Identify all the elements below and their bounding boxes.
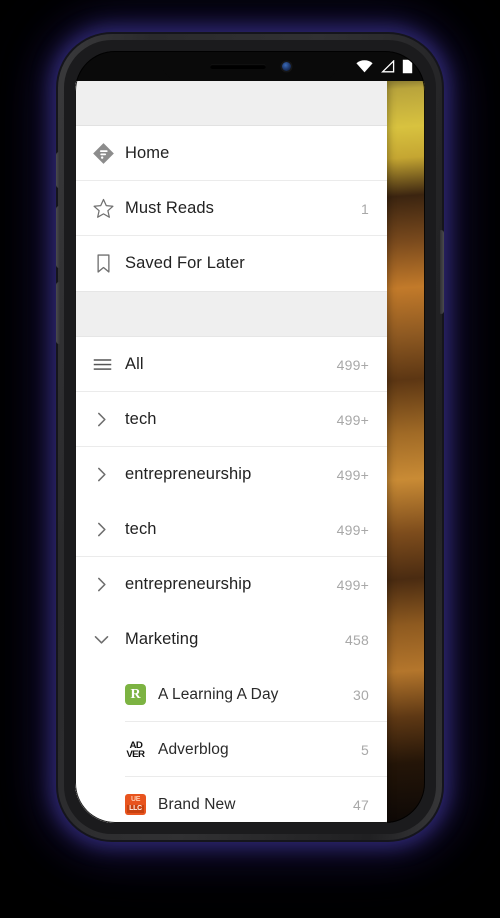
phone-side-button-mute[interactable] [56, 152, 60, 188]
drawer-item-label: Home [125, 144, 170, 162]
bookmark-icon [92, 252, 125, 275]
favicon-wordmark: UE LLC [125, 794, 146, 815]
chevron-right-icon [92, 520, 125, 539]
hamburger-icon [92, 354, 125, 375]
drawer-feed-count: 499+ [336, 411, 369, 428]
drawer-feed-tech-1[interactable]: tech 499+ [75, 392, 387, 447]
drawer-item-saved-for-later[interactable]: Saved For Later [75, 236, 387, 291]
drawer-feed-count: 499+ [336, 576, 369, 593]
drawer-feed-count: 499+ [336, 466, 369, 483]
drawer-source-label: A Learning A Day [158, 685, 279, 703]
drawer-feed-label: tech [125, 520, 157, 538]
drawer-feed-label: tech [125, 410, 157, 428]
drawer-source-count: 5 [361, 741, 369, 758]
earpiece-speaker [209, 63, 266, 69]
front-camera [281, 61, 291, 71]
drawer-source-brand-new[interactable]: UE LLC Brand New 47 [75, 777, 387, 823]
drawer-source-count: 47 [353, 796, 369, 813]
drawer-item-label: Must Reads [125, 199, 215, 217]
drawer-source-label: Adverblog [158, 740, 229, 758]
drawer-feed-tech-2[interactable]: tech 499+ [75, 502, 387, 557]
battery-icon [402, 59, 413, 73]
favicon-letter: R [125, 684, 146, 705]
favicon-line-2: VER [126, 748, 145, 759]
feedly-logo-icon [92, 142, 125, 165]
drawer-feed-count: 458 [345, 631, 369, 648]
drawer-header [75, 81, 387, 126]
phone-notch [162, 51, 338, 81]
drawer-feed-label: entrepreneurship [125, 465, 252, 483]
drawer-source-a-learning-a-day[interactable]: R A Learning A Day 30 [75, 667, 387, 722]
drawer-feed-entrepreneurship-1[interactable]: entrepreneurship 499+ [75, 447, 387, 502]
chevron-right-icon [92, 465, 125, 484]
a-learning-a-day-favicon: R [125, 684, 158, 705]
drawer-item-must-reads[interactable]: Must Reads 1 [75, 181, 387, 236]
drawer-feed-count: 499+ [336, 521, 369, 538]
drawer-feed-label: Marketing [125, 630, 199, 648]
wifi-icon [356, 59, 373, 72]
phone-side-button-volume-down[interactable] [56, 282, 60, 344]
favicon-line-1: UE [130, 796, 141, 804]
drawer-feed-count: 499+ [336, 356, 369, 373]
drawer-item-label: Saved For Later [125, 254, 245, 272]
drawer-feed-all[interactable]: All 499+ [75, 337, 387, 392]
favicon-line-2: LLC [127, 804, 144, 813]
drawer-feed-marketing[interactable]: Marketing 458 [75, 612, 387, 667]
drawer-feed-entrepreneurship-2[interactable]: entrepreneurship 499+ [75, 557, 387, 612]
navigation-drawer: Home Must Reads 1 Saved For Later All 49… [75, 81, 387, 823]
drawer-source-label: Brand New [158, 795, 236, 813]
chevron-right-icon [92, 575, 125, 594]
adverblog-favicon: AD VER [125, 739, 158, 760]
favicon-wordmark: AD VER [125, 739, 146, 760]
drawer-item-home[interactable]: Home [75, 126, 387, 181]
signal-icon [381, 59, 395, 72]
phone-device: Home Must Reads 1 Saved For Later All 49… [56, 34, 444, 840]
drawer-item-count: 1 [361, 200, 369, 217]
chevron-right-icon [92, 410, 125, 429]
star-icon [92, 197, 125, 220]
phone-side-button-volume-up[interactable] [56, 206, 60, 268]
drawer-section-divider [75, 291, 387, 337]
drawer-feed-label: entrepreneurship [125, 575, 252, 593]
phone-side-button-power[interactable] [440, 230, 444, 314]
drawer-source-adverblog[interactable]: AD VER Adverblog 5 [75, 722, 387, 777]
brand-new-favicon: UE LLC [125, 794, 158, 815]
drawer-feed-label: All [125, 355, 144, 373]
chevron-down-icon [92, 630, 125, 649]
phone-screen: Home Must Reads 1 Saved For Later All 49… [75, 51, 425, 823]
drawer-source-count: 30 [353, 686, 369, 703]
